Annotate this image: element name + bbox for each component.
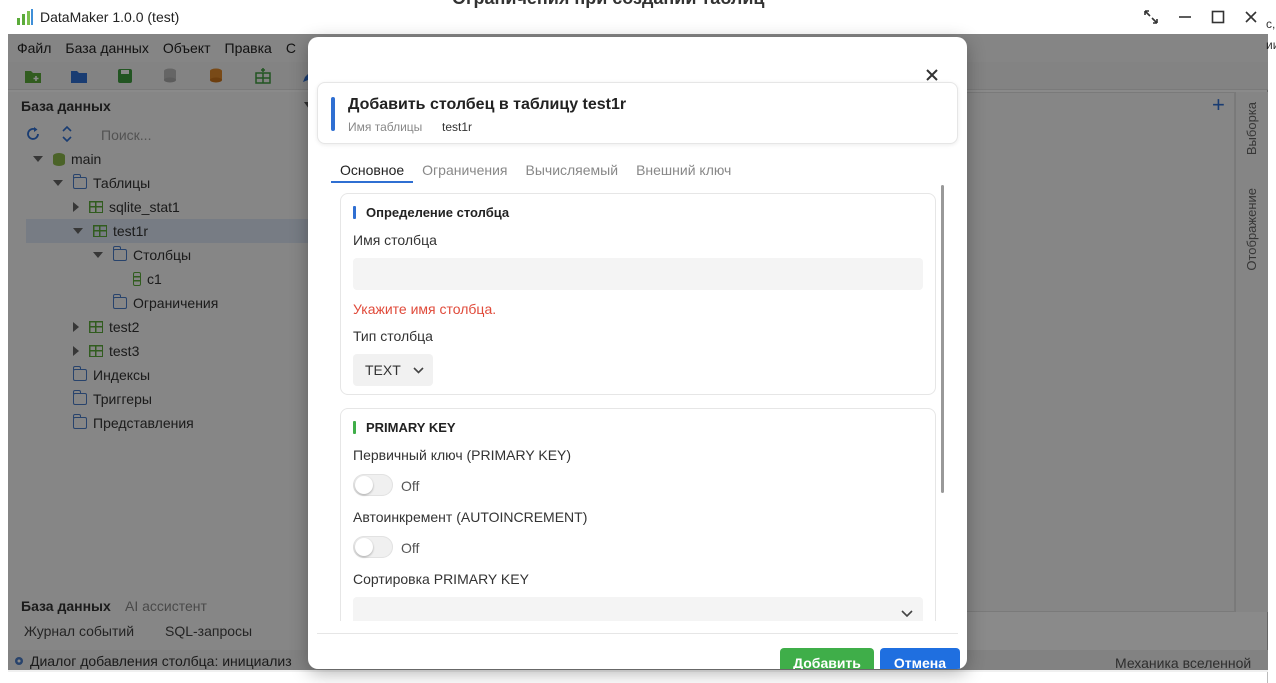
expand-icon xyxy=(1144,10,1158,24)
dialog-tabs: Основное Ограничения Вычисляемый Внешний… xyxy=(331,157,740,183)
cancel-button[interactable]: Отмена xyxy=(880,648,960,669)
add-button[interactable]: Добавить xyxy=(780,648,874,669)
column-name-error: Укажите имя столбца. xyxy=(353,301,497,317)
background-heading: Ограничения при создании таблиц xyxy=(452,0,765,9)
column-type-select[interactable]: TEXT xyxy=(353,354,433,386)
table-name-value: test1r xyxy=(442,120,473,134)
add-column-dialog: Добавить столбец в таблицу test1r Имя та… xyxy=(308,37,967,669)
table-name-label: Имя таблицы xyxy=(348,120,423,134)
dialog-header: Добавить столбец в таблицу test1r Имя та… xyxy=(317,82,958,144)
chevron-down-icon xyxy=(413,366,424,374)
dialog-scroll-area: Определение столбца Имя столбца Укажите … xyxy=(340,185,936,621)
footer-divider xyxy=(317,633,958,634)
section-accent-bar xyxy=(353,421,356,434)
fullscreen-button[interactable] xyxy=(1140,6,1162,28)
tab-constraints[interactable]: Ограничения xyxy=(413,157,516,183)
chevron-down-icon xyxy=(901,610,913,617)
title-bar: DataMaker 1.0.0 (test) Ограничения при с… xyxy=(0,0,1268,34)
background-edge-text: с, xyxy=(1266,17,1276,31)
section-accent-bar xyxy=(353,206,356,219)
app-logo-icon xyxy=(17,9,33,25)
toggle-knob xyxy=(355,476,373,494)
dialog-title: Добавить столбец в таблицу test1r xyxy=(348,96,627,113)
toggle-knob xyxy=(355,538,373,556)
close-icon xyxy=(1245,11,1257,23)
header-accent-bar xyxy=(331,97,335,131)
column-type-label: Тип столбца xyxy=(353,328,433,344)
column-type-value: TEXT xyxy=(365,362,401,378)
primary-key-label: Первичный ключ (PRIMARY KEY) xyxy=(353,447,572,463)
column-name-label: Имя столбца xyxy=(353,232,437,248)
autoincrement-state: Off xyxy=(401,540,420,556)
dialog-scrollbar[interactable] xyxy=(941,185,944,493)
tab-general[interactable]: Основное xyxy=(331,157,414,183)
window-title: DataMaker 1.0.0 (test) xyxy=(40,9,180,25)
minimize-button[interactable] xyxy=(1174,6,1196,28)
section-title: Определение столбца xyxy=(366,205,510,220)
autoincrement-toggle[interactable] xyxy=(353,536,393,558)
primary-key-section: PRIMARY KEY Первичный ключ (PRIMARY KEY)… xyxy=(340,408,936,621)
tab-computed[interactable]: Вычисляемый xyxy=(517,157,628,183)
primary-key-toggle[interactable] xyxy=(353,474,393,496)
column-name-input[interactable] xyxy=(353,258,923,290)
maximize-icon xyxy=(1211,10,1225,24)
primary-key-state: Off xyxy=(401,478,420,494)
pk-sort-select[interactable] xyxy=(353,597,923,621)
maximize-button[interactable] xyxy=(1207,6,1229,28)
minimize-icon xyxy=(1179,16,1191,18)
column-definition-section: Определение столбца Имя столбца Укажите … xyxy=(340,193,936,395)
pk-sort-label: Сортировка PRIMARY KEY xyxy=(353,571,529,587)
tab-foreign-key[interactable]: Внешний ключ xyxy=(627,157,740,183)
close-window-button[interactable] xyxy=(1240,6,1262,28)
section-title: PRIMARY KEY xyxy=(366,420,456,435)
autoincrement-label: Автоинкремент (AUTOINCREMENT) xyxy=(353,509,588,525)
